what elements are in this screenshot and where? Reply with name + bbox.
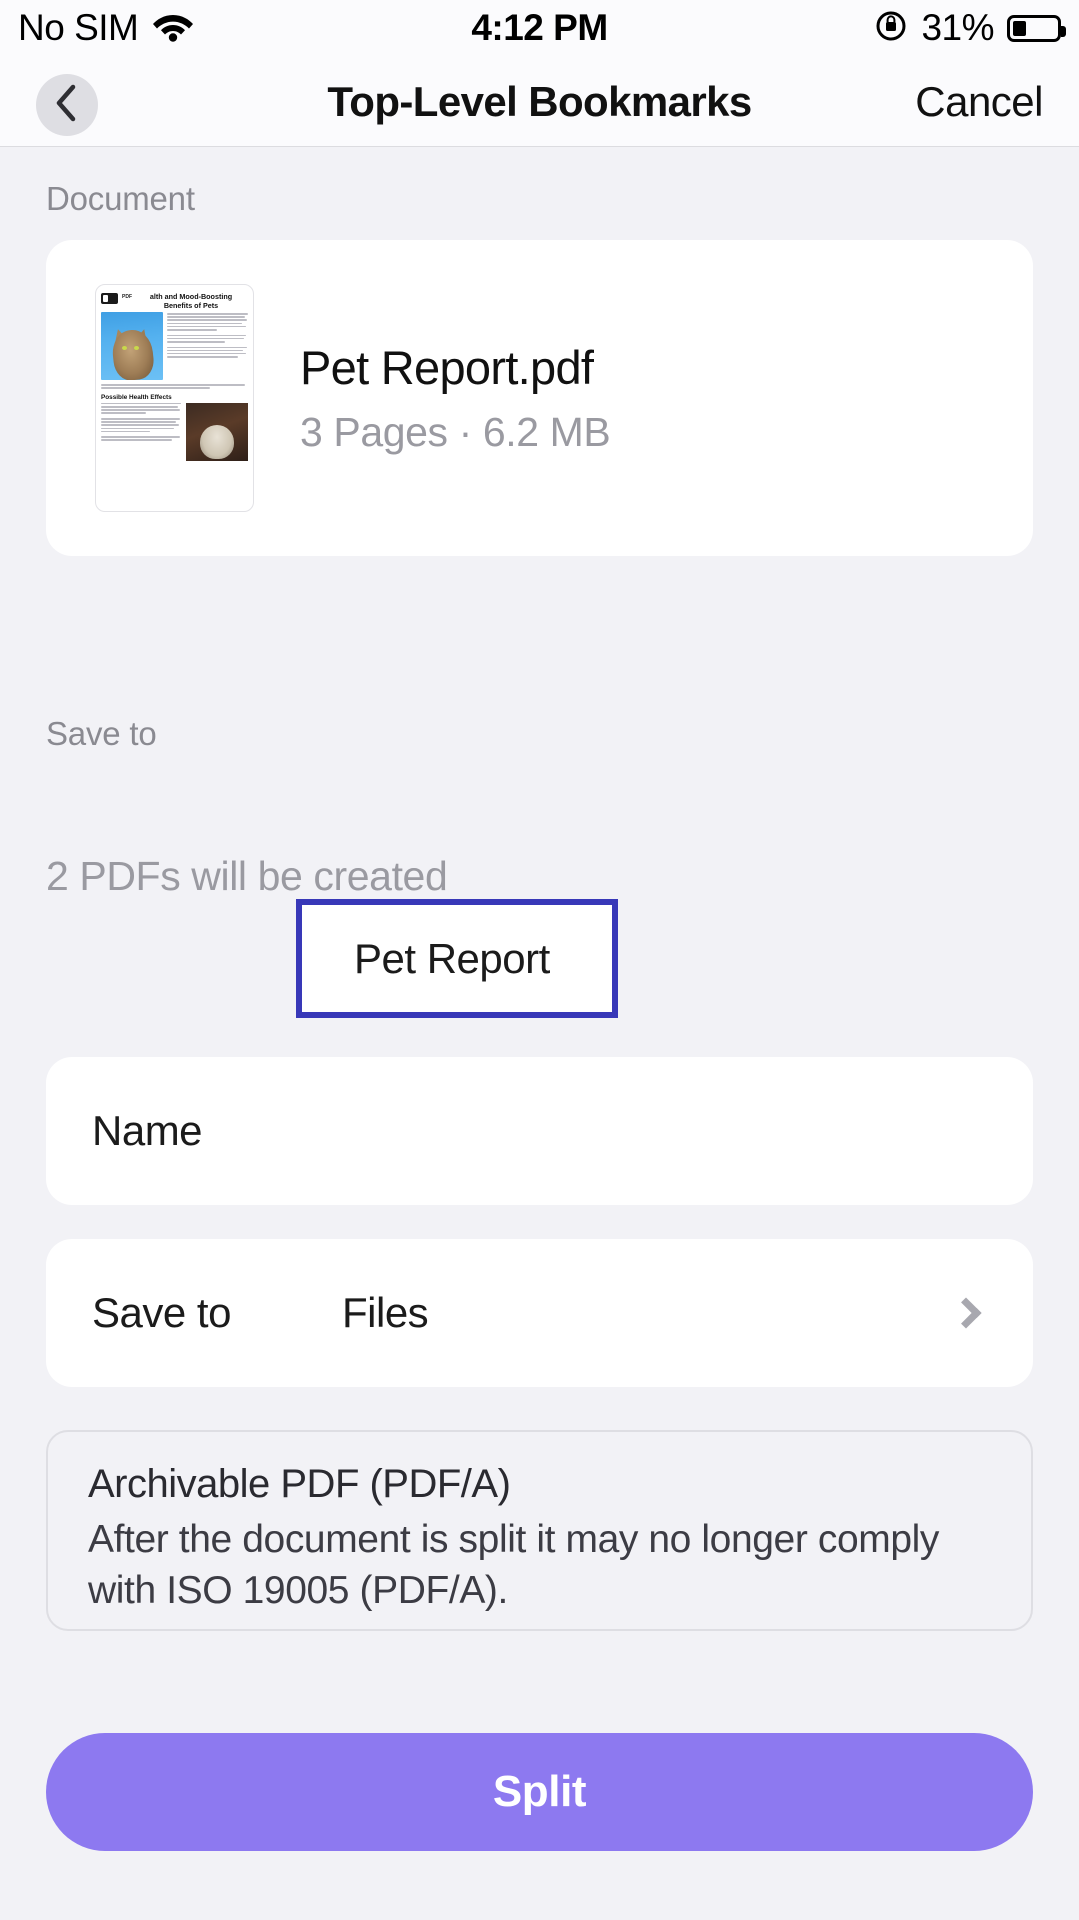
pdfa-info-description: After the document is split it may no lo…	[88, 1518, 939, 1612]
thumbnail-caption-lines	[96, 380, 253, 392]
pdfa-info-box: Archivable PDF (PDF/A) After the documen…	[46, 1430, 1033, 1631]
document-file-name: Pet Report.pdf	[300, 341, 594, 394]
document-file-meta: 3 Pages · 6.2 MB	[300, 409, 611, 455]
destination-row-value: Files	[342, 1289, 429, 1336]
pdf-logo-icon	[101, 293, 118, 304]
thumbnail-text-column	[167, 312, 248, 380]
thumbnail-subheading: Possible Health Effects	[101, 393, 172, 401]
cancel-button[interactable]: Cancel	[915, 56, 1043, 147]
cat-eye-right	[134, 346, 139, 350]
main-content: Document PDF alth and Mood-Boosting Bene…	[0, 147, 1079, 1920]
battery-fill	[1013, 20, 1027, 36]
status-bar-right: 31%	[874, 0, 1066, 56]
status-bar: No SIM 4:12 PM 31%	[0, 0, 1079, 56]
clock-label: 4:12 PM	[471, 7, 608, 48]
name-row[interactable]: Name	[46, 1057, 1033, 1205]
name-input-value: Pet Report	[354, 934, 550, 982]
name-input[interactable]: Pet Report	[296, 899, 618, 1018]
thumbnail-body-lower	[96, 402, 253, 461]
cat-eye-left	[122, 346, 127, 350]
dog-figure	[200, 424, 234, 459]
battery-percent-label: 31%	[921, 7, 994, 48]
section-label-document: Document	[46, 180, 195, 217]
name-row-label: Name	[92, 1107, 203, 1154]
thumbnail-body	[96, 312, 253, 380]
thumbnail-logo-text: PDF	[122, 294, 132, 300]
pdf-thumbnail: PDF alth and Mood-Boosting Benefits of P…	[95, 284, 254, 512]
chevron-right-icon	[950, 1297, 982, 1329]
thumbnail-text-column-lower	[101, 402, 182, 461]
destination-row[interactable]: Save to Files	[46, 1239, 1033, 1387]
document-card[interactable]: PDF alth and Mood-Boosting Benefits of P…	[46, 240, 1033, 556]
cat-photo	[101, 312, 163, 380]
dog-photo	[186, 402, 248, 461]
split-count-note: 2 PDFs will be created	[46, 853, 448, 899]
navigation-bar: Top-Level Bookmarks Cancel	[0, 56, 1079, 147]
document-meta: Pet Report.pdf 3 Pages · 6.2 MB	[300, 340, 611, 456]
rotation-lock-icon	[874, 9, 908, 48]
thumbnail-page-title: alth and Mood-Boosting Benefits of Pets	[149, 292, 233, 310]
section-label-save-to: Save to	[46, 715, 157, 752]
destination-row-label: Save to	[92, 1289, 231, 1336]
split-button[interactable]: Split	[46, 1733, 1033, 1851]
battery-icon	[1007, 14, 1066, 42]
app-screen: No SIM 4:12 PM 31% Top-Level Bookmarks C…	[0, 0, 1079, 1920]
thumbnail-header: PDF alth and Mood-Boosting Benefits of P…	[96, 285, 253, 312]
pdfa-info-title: Archivable PDF (PDF/A)	[88, 1462, 511, 1506]
